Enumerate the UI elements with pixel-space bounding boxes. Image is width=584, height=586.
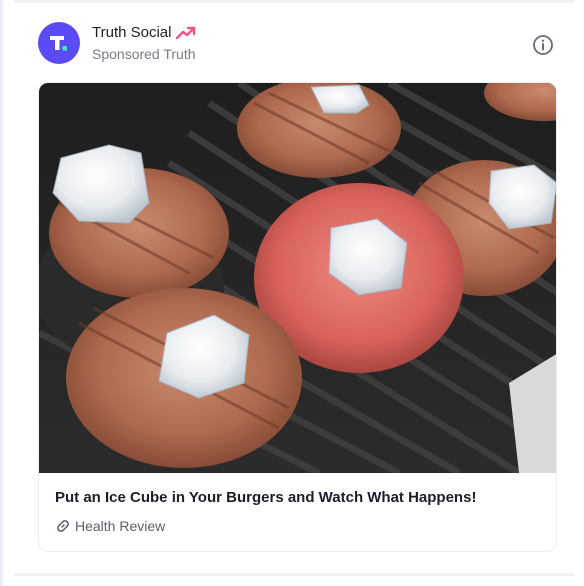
account-name-row: Truth Social (92, 24, 196, 41)
info-circle-icon (533, 35, 553, 55)
post-header: Truth Social Sponsored Truth (38, 22, 558, 66)
info-button[interactable] (532, 34, 554, 56)
page-left-border (0, 0, 3, 586)
ad-title[interactable]: Put an Ice Cube in Your Burgers and Watc… (55, 489, 476, 506)
trending-up-icon (176, 26, 196, 40)
ad-image[interactable] (39, 83, 557, 473)
ad-source[interactable]: Health Review (56, 518, 165, 534)
top-divider (14, 0, 574, 3)
sponsored-label: Sponsored Truth (92, 46, 196, 62)
truth-social-logo-icon (50, 36, 67, 51)
bottom-divider (14, 573, 574, 576)
ad-card[interactable]: Put an Ice Cube in Your Burgers and Watc… (38, 82, 557, 552)
link-icon (57, 520, 69, 532)
account-name[interactable]: Truth Social (92, 24, 171, 41)
ad-source-label: Health Review (75, 518, 166, 534)
avatar[interactable] (38, 22, 80, 64)
